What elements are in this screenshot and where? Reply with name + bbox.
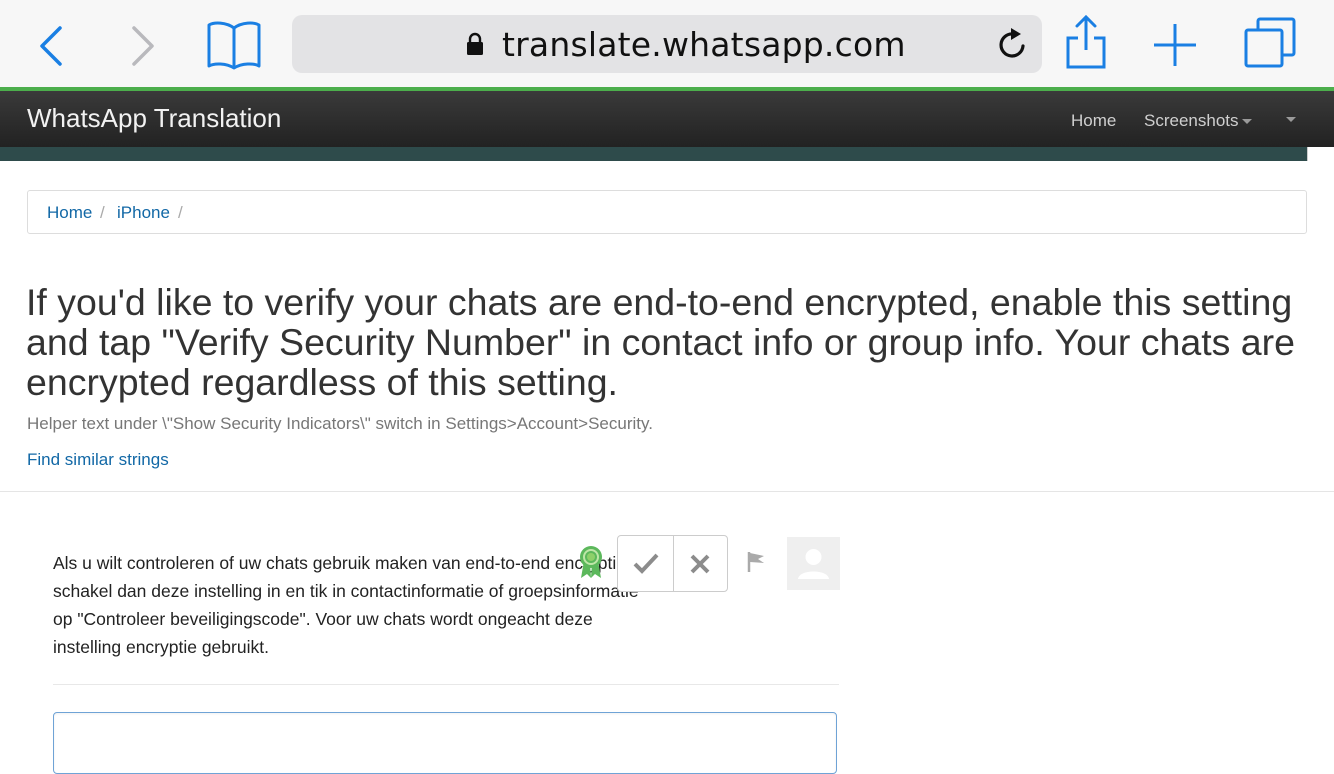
vote-buttons bbox=[617, 535, 728, 592]
nav-item-screenshots[interactable]: Screenshots bbox=[1144, 111, 1252, 131]
bookmarks-icon[interactable] bbox=[206, 20, 262, 70]
nav-item-screenshots-label: Screenshots bbox=[1144, 111, 1239, 130]
avatar[interactable] bbox=[787, 537, 840, 590]
find-similar-link[interactable]: Find similar strings bbox=[27, 450, 169, 470]
header-strip bbox=[0, 147, 1307, 161]
browser-toolbar: translate.whatsapp.com bbox=[0, 0, 1334, 88]
breadcrumb-separator: / bbox=[178, 203, 183, 222]
more-menu-icon[interactable] bbox=[1286, 117, 1296, 122]
translation-text: Als u wilt controleren of uw chats gebru… bbox=[53, 553, 639, 657]
chevron-down-icon bbox=[1241, 119, 1252, 125]
address-bar[interactable]: translate.whatsapp.com bbox=[292, 15, 1042, 73]
brand-title[interactable]: WhatsApp Translation bbox=[27, 103, 281, 134]
approve-button[interactable] bbox=[618, 536, 674, 591]
new-tab-icon[interactable] bbox=[1152, 22, 1198, 68]
share-icon[interactable] bbox=[1064, 14, 1108, 70]
breadcrumb-home[interactable]: Home bbox=[47, 203, 92, 223]
header-strip-edge bbox=[1307, 147, 1308, 161]
section-divider bbox=[0, 491, 1334, 492]
reload-icon[interactable] bbox=[997, 27, 1029, 61]
back-icon[interactable] bbox=[38, 24, 68, 68]
breadcrumb-iphone[interactable]: iPhone bbox=[117, 203, 170, 223]
reject-button[interactable] bbox=[673, 536, 727, 591]
source-string: If you'd like to verify your chats are e… bbox=[26, 281, 1295, 403]
check-icon bbox=[633, 553, 659, 574]
tabs-icon[interactable] bbox=[1242, 16, 1298, 70]
url-text: translate.whatsapp.com bbox=[502, 25, 906, 64]
nav-item-home[interactable]: Home bbox=[1071, 111, 1116, 131]
helper-text: Helper text under \"Show Security Indica… bbox=[27, 414, 653, 433]
site-navbar: WhatsApp Translation Home Screenshots bbox=[0, 91, 1334, 147]
forward-icon[interactable] bbox=[128, 24, 158, 68]
breadcrumb-separator: / bbox=[100, 203, 105, 222]
user-icon bbox=[798, 549, 829, 579]
close-icon bbox=[690, 554, 710, 574]
approved-badge-icon bbox=[580, 546, 602, 578]
translation-input[interactable] bbox=[53, 712, 837, 774]
translation-divider bbox=[53, 684, 839, 685]
lock-icon bbox=[467, 32, 483, 55]
breadcrumb: Home / iPhone / bbox=[27, 190, 1307, 234]
flag-icon[interactable] bbox=[746, 551, 766, 573]
